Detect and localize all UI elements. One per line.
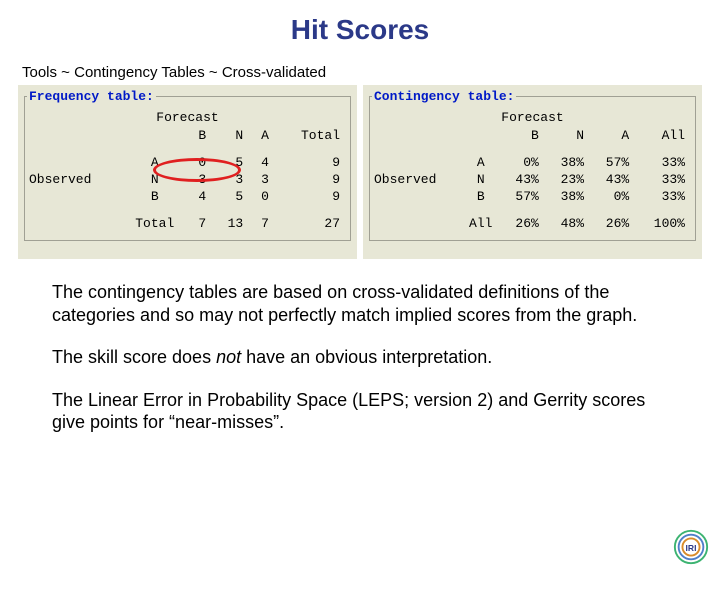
contingency-fieldset: Contingency table: Forecast B N A All A …	[369, 89, 696, 241]
observed-label: Observed	[27, 171, 123, 188]
freq-cell: 4	[251, 154, 277, 171]
freq-cell: 9	[277, 188, 348, 205]
table-row: Observed N 43% 23% 43% 33%	[372, 171, 693, 188]
freq-row-a-label: A	[123, 154, 188, 171]
cont-cell: 100%	[637, 215, 693, 232]
paragraph-3: The Linear Error in Probability Space (L…	[52, 389, 668, 434]
cont-col-n: N	[547, 127, 592, 144]
freq-row-b-label: B	[123, 188, 188, 205]
cont-cell: 57%	[592, 154, 637, 171]
page-title: Hit Scores	[0, 14, 720, 46]
cont-cell: 0%	[502, 154, 547, 171]
body-text: The contingency tables are based on cros…	[52, 281, 668, 434]
freq-cell: 0	[188, 154, 214, 171]
freq-col-b: B	[188, 127, 214, 144]
cont-col-b: B	[502, 127, 547, 144]
contingency-col-title: Forecast	[372, 110, 693, 125]
cont-cell: 33%	[637, 188, 693, 205]
breadcrumb: Tools ~ Contingency Tables ~ Cross-valid…	[22, 64, 720, 81]
freq-cell: 5	[214, 188, 251, 205]
paragraph-1: The contingency tables are based on cros…	[52, 281, 668, 326]
cont-row-n-label: N	[462, 171, 502, 188]
freq-cell: 5	[214, 154, 251, 171]
iri-logo-icon: IRI	[672, 528, 710, 566]
frequency-panel: Frequency table: Forecast B N A Total A …	[18, 85, 357, 259]
freq-row-n-label: N	[123, 171, 188, 188]
emphasis-not: not	[216, 347, 241, 367]
cont-col-all: All	[637, 127, 693, 144]
cont-col-a: A	[592, 127, 637, 144]
cont-cell: 0%	[592, 188, 637, 205]
freq-col-a: A	[251, 127, 277, 144]
freq-cell: 0	[251, 188, 277, 205]
cont-row-b-label: B	[462, 188, 502, 205]
observed-label: Observed	[372, 171, 462, 188]
cont-cell: 43%	[592, 171, 637, 188]
cont-cell: 33%	[637, 154, 693, 171]
freq-cell: 3	[188, 171, 214, 188]
cont-cell: 38%	[547, 188, 592, 205]
cont-cell: 33%	[637, 171, 693, 188]
contingency-panel: Contingency table: Forecast B N A All A …	[363, 85, 702, 259]
freq-col-n: N	[214, 127, 251, 144]
table-row: Total 7 13 7 27	[27, 215, 348, 232]
freq-cell: 9	[277, 154, 348, 171]
contingency-table: B N A All A 0% 38% 57% 33% Observed N	[372, 127, 693, 232]
cont-cell: 48%	[547, 215, 592, 232]
cont-all-label: All	[462, 215, 502, 232]
cont-cell: 26%	[592, 215, 637, 232]
frequency-fieldset: Frequency table: Forecast B N A Total A …	[24, 89, 351, 241]
frequency-table: B N A Total A 0 5 4 9 Observed N 3	[27, 127, 348, 232]
cont-row-a-label: A	[462, 154, 502, 171]
frequency-col-title: Forecast	[27, 110, 348, 125]
table-row: A 0% 38% 57% 33%	[372, 154, 693, 171]
cont-cell: 38%	[547, 154, 592, 171]
frequency-legend: Frequency table:	[27, 89, 156, 104]
freq-cell: 7	[251, 215, 277, 232]
contingency-legend: Contingency table:	[372, 89, 516, 104]
table-row: B 57% 38% 0% 33%	[372, 188, 693, 205]
paragraph-2: The skill score does not have an obvious…	[52, 346, 668, 369]
freq-col-total: Total	[277, 127, 348, 144]
table-row: A 0 5 4 9	[27, 154, 348, 171]
cont-cell: 23%	[547, 171, 592, 188]
cont-cell: 57%	[502, 188, 547, 205]
table-row: Observed N 3 3 3 9	[27, 171, 348, 188]
cont-cell: 43%	[502, 171, 547, 188]
freq-cell: 9	[277, 171, 348, 188]
cont-cell: 26%	[502, 215, 547, 232]
freq-cell: 13	[214, 215, 251, 232]
freq-cell: 27	[277, 215, 348, 232]
table-row: B 4 5 0 9	[27, 188, 348, 205]
table-row: All 26% 48% 26% 100%	[372, 215, 693, 232]
svg-text:IRI: IRI	[686, 543, 697, 553]
freq-cell: 4	[188, 188, 214, 205]
freq-cell: 3	[251, 171, 277, 188]
freq-total-label: Total	[123, 215, 188, 232]
freq-cell: 7	[188, 215, 214, 232]
table-panels: Frequency table: Forecast B N A Total A …	[18, 85, 702, 259]
freq-cell: 3	[214, 171, 251, 188]
